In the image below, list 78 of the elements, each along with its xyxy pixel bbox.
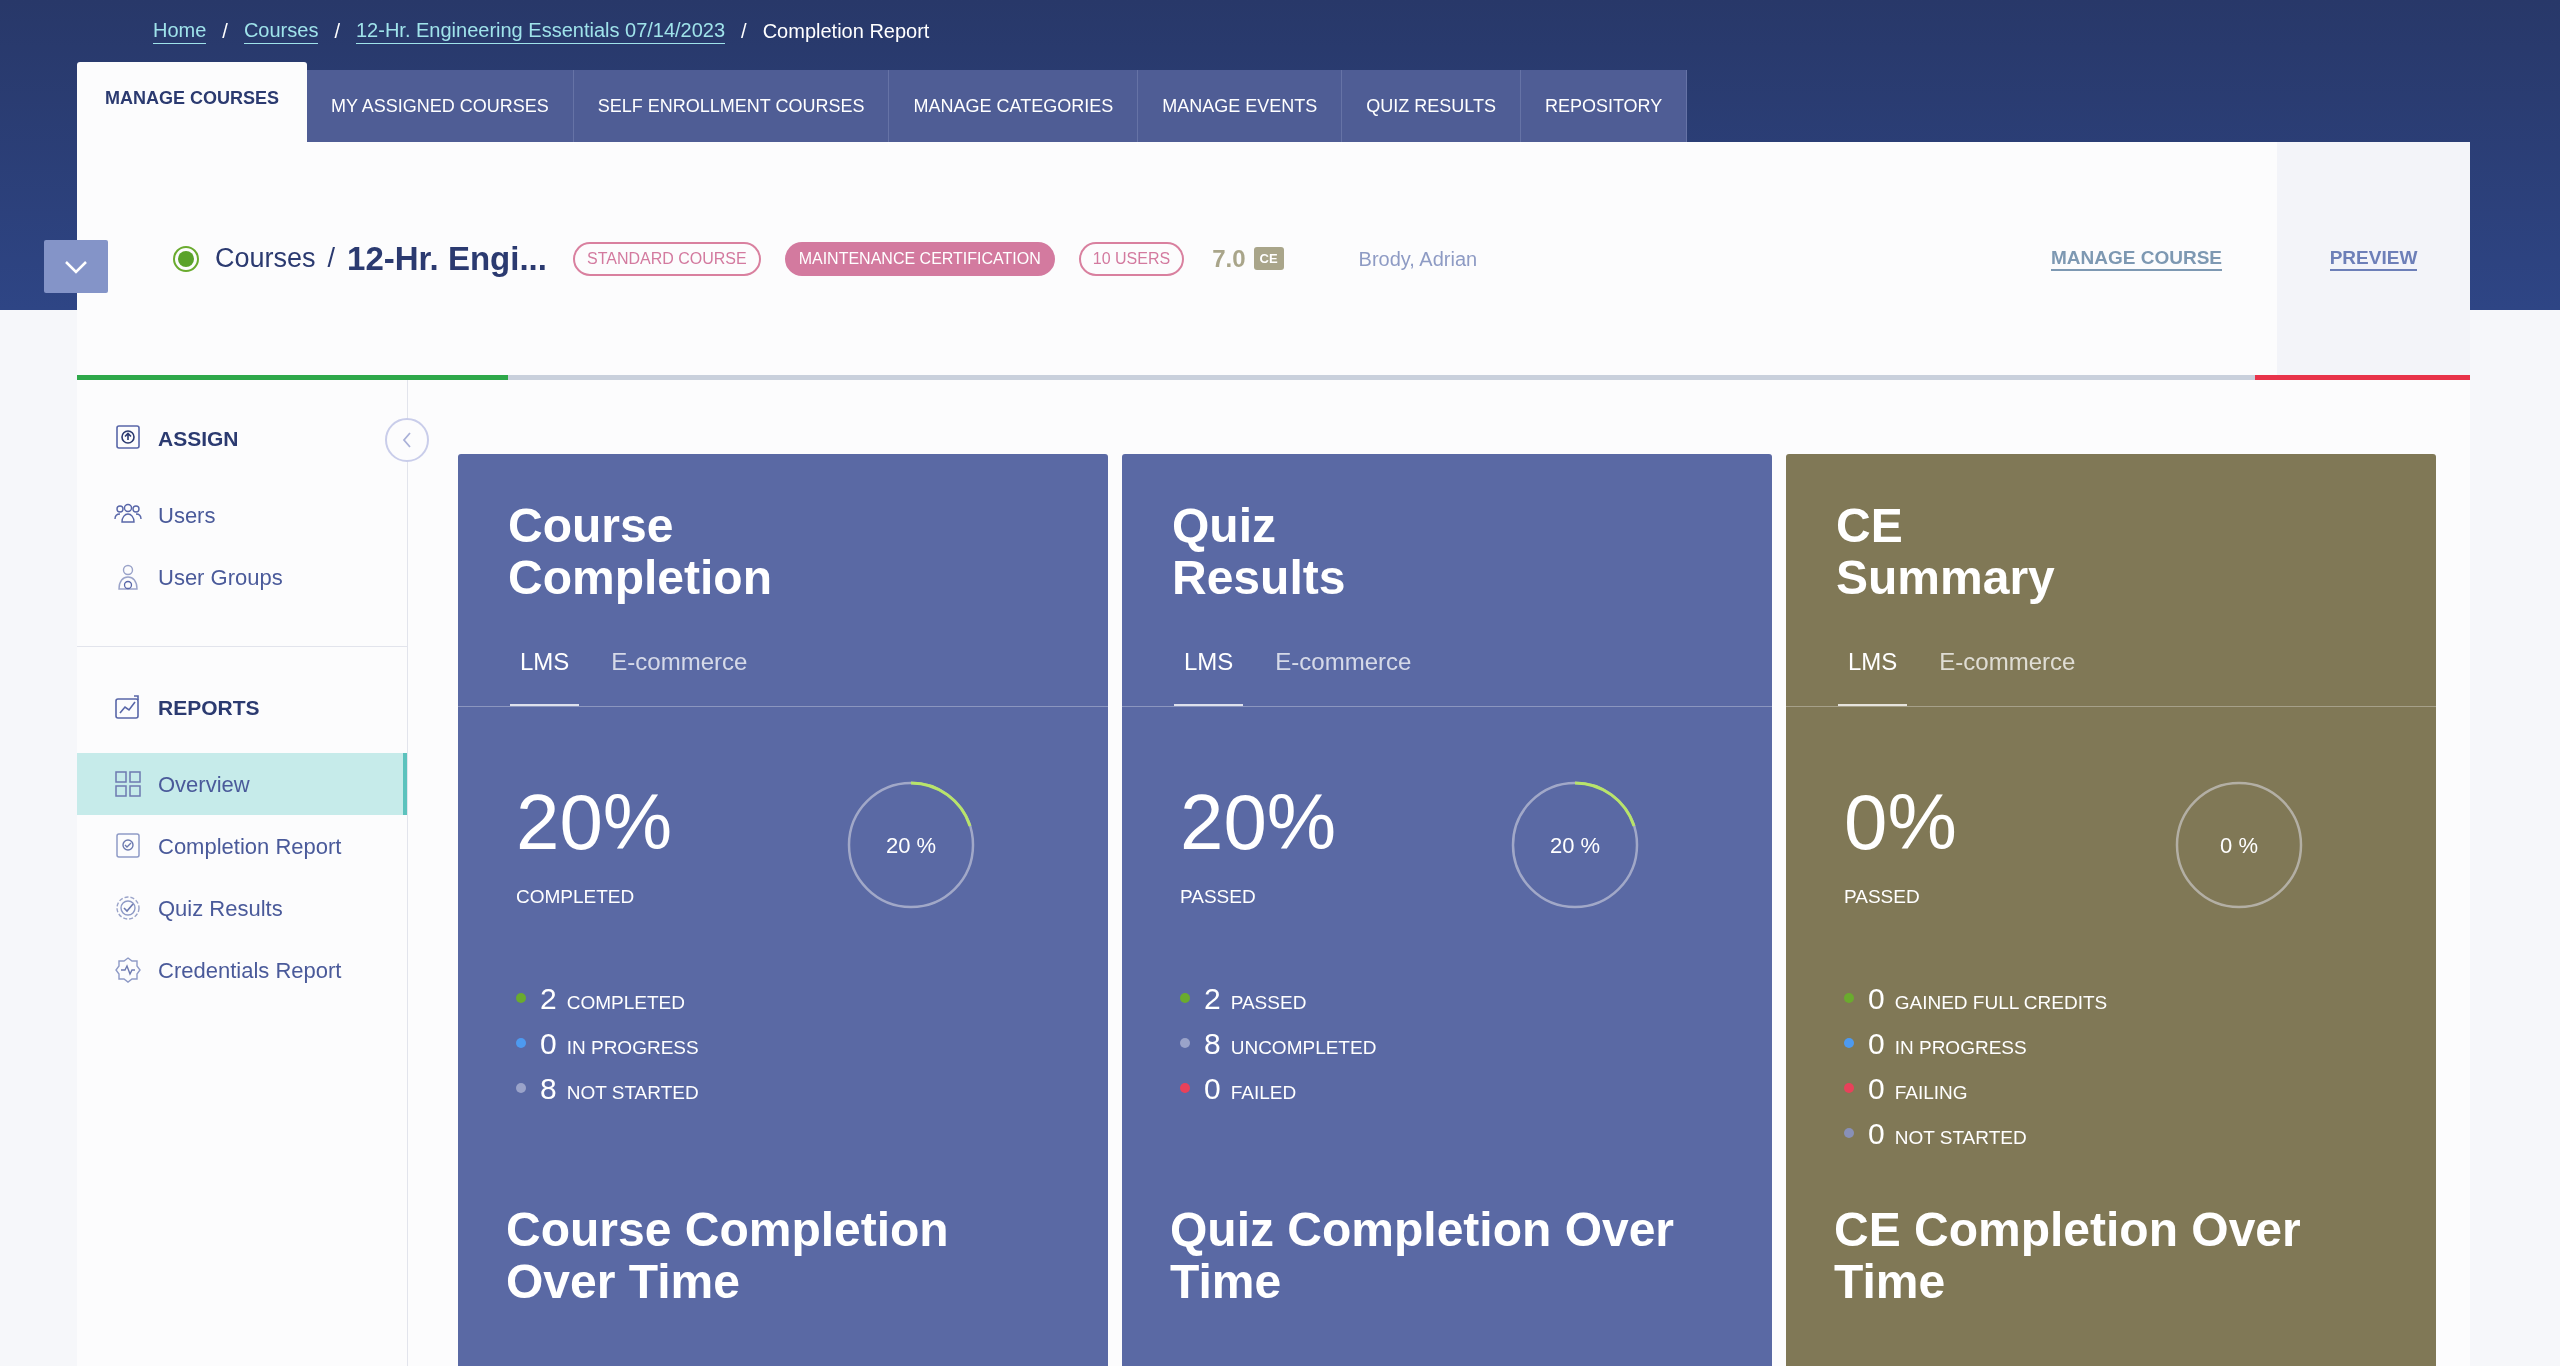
- percentage-label: PASSED: [1844, 885, 1921, 909]
- nav-tab[interactable]: MY ASSIGNED COURSES: [307, 70, 574, 142]
- stat-label: PASSED: [1230, 990, 1307, 1015]
- section-heading: ASSIGN: [158, 426, 239, 453]
- ring-label: 20 %: [1549, 831, 1601, 860]
- stat-value: 8: [1204, 1025, 1221, 1062]
- credit-badge: CE: [1253, 246, 1284, 271]
- nav-tab[interactable]: REPOSITORY: [1520, 70, 1688, 142]
- breadcrumb-separator: /: [334, 19, 340, 44]
- action-link[interactable]: PREVIEW: [2329, 245, 2418, 272]
- grid-icon: [112, 768, 144, 800]
- percentage-label: PASSED: [1180, 885, 1257, 909]
- course-tag: 10 USERS: [1078, 241, 1185, 276]
- card-tab[interactable]: LMS: [1174, 644, 1244, 706]
- nav-tab[interactable]: SELF ENROLLMENT COURSES: [573, 70, 890, 142]
- nav-tab[interactable]: QUIZ RESULTS: [1342, 70, 1521, 142]
- breadcrumb-link[interactable]: Courses: [215, 238, 316, 279]
- stat-value: 0: [1868, 1025, 1885, 1062]
- stat-label: IN PROGRESS: [1894, 1035, 2027, 1060]
- nav-tab[interactable]: MANAGE EVENTS: [1138, 70, 1343, 142]
- card-tab[interactable]: E-commerce: [1265, 644, 1422, 706]
- sidebar-item[interactable]: User Groups: [77, 546, 407, 608]
- chart-title: Course Completion Over Time: [506, 1203, 950, 1308]
- breadcrumb-link[interactable]: 12-Hr. Engineering Essentials 07/14/2023: [355, 18, 726, 44]
- collapse-button[interactable]: [44, 240, 108, 293]
- course-tag: STANDARD COURSE: [572, 241, 761, 276]
- section-heading: REPORTS: [158, 695, 260, 722]
- stat-label: IN PROGRESS: [566, 1035, 699, 1060]
- course-title: 12-Hr. Engi...: [347, 238, 547, 279]
- card-tab[interactable]: LMS: [510, 644, 580, 706]
- card-tab[interactable]: LMS: [1838, 644, 1908, 706]
- sidebar-item[interactable]: Credentials Report: [77, 939, 407, 1001]
- stat-label: FAILING: [1894, 1080, 1968, 1105]
- breadcrumb-current: Completion Report: [762, 19, 930, 44]
- chart-title: Quiz Completion Over Time: [1170, 1203, 1676, 1308]
- separator: /: [327, 242, 336, 276]
- percentage-value: 20%: [516, 783, 674, 861]
- course-tag: MAINTENANCE CERTIFICATION: [784, 241, 1055, 276]
- stat-value: 2: [540, 980, 557, 1017]
- instructor-name: Brody, Adrian: [1358, 246, 1478, 272]
- credit-value: 7.0: [1212, 243, 1246, 274]
- sidebar-item[interactable]: Overview: [77, 753, 407, 815]
- stat-label: FAILED: [1230, 1080, 1297, 1105]
- card-title: CE Summary: [1836, 500, 2055, 604]
- percentage-value: 20%: [1180, 783, 1338, 861]
- nav-tab[interactable]: MANAGE COURSES: [77, 62, 307, 142]
- stat-value: 0: [1868, 980, 1885, 1017]
- breadcrumb-separator: /: [741, 19, 747, 44]
- stat-value: 0: [540, 1025, 557, 1062]
- card-title: Quiz Results: [1172, 500, 1346, 604]
- stat-value: 2: [1204, 980, 1221, 1017]
- breadcrumb-link[interactable]: Home: [153, 18, 207, 44]
- stat-label: COMPLETED: [566, 990, 685, 1015]
- sidebar-item[interactable]: Users: [77, 484, 407, 546]
- stat-label: NOT STARTED: [1894, 1125, 2027, 1150]
- stat-label: UNCOMPLETED: [1230, 1035, 1377, 1060]
- sidebar-item[interactable]: Completion Report: [77, 815, 407, 877]
- stat-label: GAINED FULL CREDITS: [1894, 990, 2108, 1015]
- chevron-left-icon: [401, 431, 413, 449]
- stat-value: 0: [1868, 1115, 1885, 1152]
- ring-label: 20 %: [885, 831, 937, 860]
- stat-value: 0: [1868, 1070, 1885, 1107]
- percentage-value: 0%: [1844, 783, 1958, 861]
- percentage-label: COMPLETED: [516, 885, 636, 909]
- card-tab[interactable]: E-commerce: [1929, 644, 2086, 706]
- chevron-down-icon: [64, 259, 88, 274]
- stat-value: 8: [540, 1070, 557, 1107]
- sidebar-item[interactable]: Quiz Results: [77, 877, 407, 939]
- card-title: Course Completion: [508, 500, 772, 604]
- collapse-sidebar-button[interactable]: [385, 418, 429, 462]
- breadcrumb-separator: /: [222, 19, 228, 44]
- ring-label: 0 %: [2220, 831, 2258, 860]
- stat-value: 0: [1204, 1070, 1221, 1107]
- breadcrumb-link[interactable]: Courses: [243, 18, 319, 44]
- card-tab[interactable]: E-commerce: [601, 644, 758, 706]
- nav-tab[interactable]: MANAGE CATEGORIES: [889, 70, 1139, 142]
- stat-label: NOT STARTED: [566, 1080, 699, 1105]
- chart-title: CE Completion Over Time: [1834, 1203, 2302, 1308]
